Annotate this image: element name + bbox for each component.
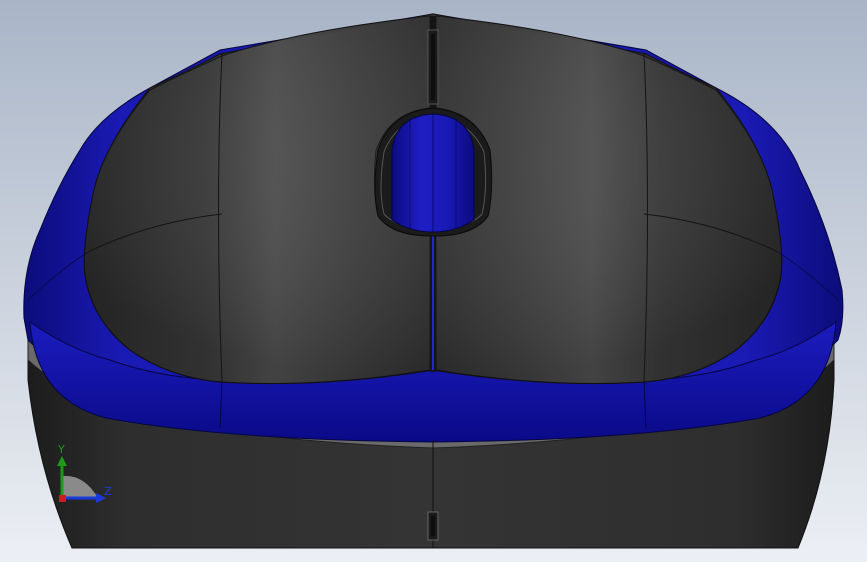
top-slot-inner — [431, 34, 435, 100]
triad-y-arrow — [57, 456, 67, 466]
triad-x-arc — [62, 475, 98, 498]
triad-x-axis — [59, 495, 66, 502]
triad-y-label: Y — [57, 443, 65, 456]
mouse-3d-model[interactable] — [0, 0, 867, 562]
cad-graphics-viewport[interactable]: Y Z — [0, 0, 867, 562]
bottom-slot-inner — [431, 516, 435, 536]
orientation-triad: Y Z — [57, 443, 112, 503]
triad-z-label: Z — [104, 485, 112, 498]
